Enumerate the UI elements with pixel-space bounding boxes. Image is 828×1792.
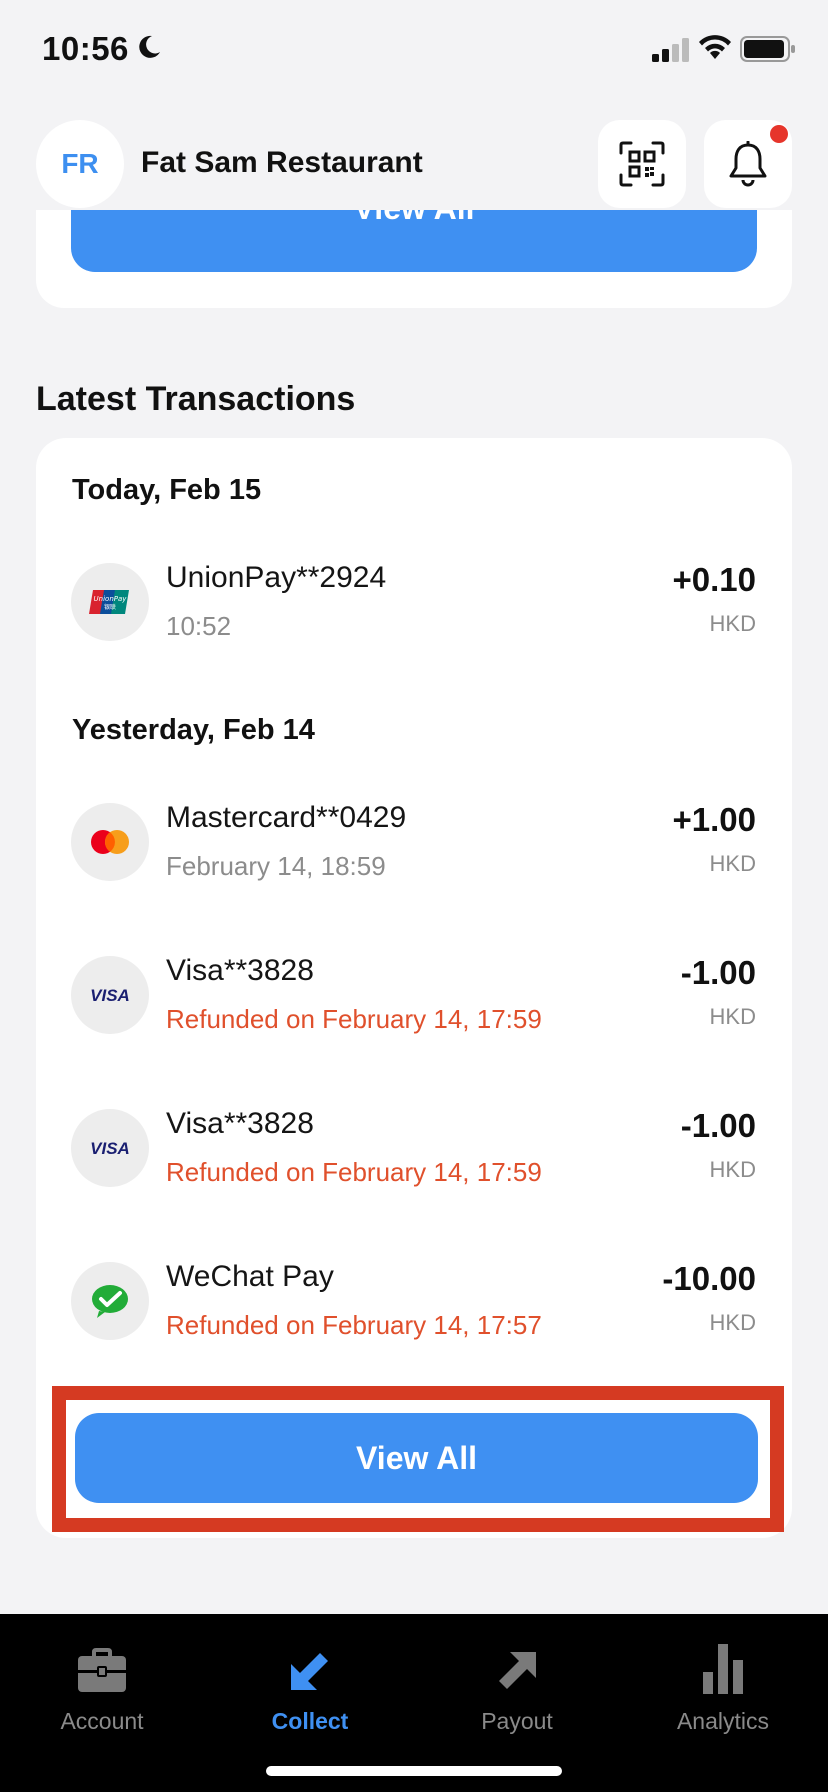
visa-icon: VISA [71,956,149,1034]
bell-icon [729,141,767,187]
transaction-currency: HKD [709,1004,756,1029]
group-label-today: Today, Feb 15 [72,474,262,506]
transaction-currency: HKD [709,851,756,876]
group-label-yesterday: Yesterday, Feb 14 [72,714,315,746]
home-indicator [266,1766,562,1776]
tab-label: Analytics [676,1708,770,1734]
wifi-icon [699,35,731,59]
view-all-transactions-button[interactable]: View All [75,1413,758,1503]
transaction-row[interactable]: VISA Visa**3828 Refunded on February 14,… [36,954,792,1036]
status-time: 10:56 [42,30,129,67]
transaction-row[interactable]: VISA Visa**3828 Refunded on February 14,… [36,1107,792,1189]
transactions-card: Today, Feb 15 UnionPay 银联 UnionPay**2924… [36,438,792,1538]
transaction-currency: HKD [709,1310,756,1335]
qr-code-icon [619,141,665,187]
transaction-amount: +0.10 [672,561,757,598]
wechat-pay-icon [71,1262,149,1340]
merchant-avatar[interactable]: FR [36,120,124,208]
tab-account[interactable]: Account [22,1638,182,1735]
svg-text:VISA: VISA [90,1139,130,1158]
transaction-name: WeChat Pay [166,1260,334,1293]
arrow-up-right-icon [499,1652,536,1689]
svg-text:银联: 银联 [104,603,116,611]
battery-icon [740,36,795,62]
transaction-currency: HKD [709,611,756,636]
tab-payout[interactable]: Payout [437,1638,597,1735]
tab-analytics[interactable]: Analytics [643,1638,803,1735]
qr-scan-button[interactable] [598,120,686,208]
latest-transactions-title: Latest Transactions [36,380,356,418]
transaction-row[interactable]: Mastercard**0429 February 14, 18:59 +1.0… [36,801,792,883]
transaction-name: Visa**3828 [166,1107,314,1140]
tab-label: Payout [481,1708,553,1734]
unionpay-icon: UnionPay 银联 [71,563,149,641]
summary-card: View All [36,210,792,308]
transaction-refund-detail: Refunded on February 14, 17:59 [166,1004,542,1034]
arrow-down-left-icon [291,1653,328,1690]
moon-icon [139,35,160,58]
tab-collect[interactable]: Collect [230,1638,390,1735]
cellular-signal-icon [652,38,689,62]
transaction-row[interactable]: WeChat Pay Refunded on February 14, 17:5… [36,1260,792,1342]
summary-view-all-button[interactable]: View All [71,210,757,272]
svg-text:VISA: VISA [90,986,130,1005]
transaction-detail: 10:52 [166,611,232,641]
transaction-name: Mastercard**0429 [166,801,407,834]
transaction-refund-detail: Refunded on February 14, 17:57 [166,1310,542,1340]
merchant-name: Fat Sam Restaurant [141,146,423,179]
transaction-amount: +1.00 [672,801,757,838]
app-header: FR Fat Sam Restaurant [0,118,828,210]
tab-label: Collect [271,1708,349,1734]
transaction-amount: -1.00 [680,1107,756,1144]
svg-text:UnionPay: UnionPay [94,595,128,603]
status-bar: 10:56 [0,0,828,100]
transaction-detail: February 14, 18:59 [166,851,386,881]
mastercard-icon [71,803,149,881]
notification-badge [770,125,788,143]
transaction-amount: -1.00 [680,954,756,991]
bar-chart-icon [703,1644,743,1694]
tab-label: Account [60,1708,144,1734]
transaction-row[interactable]: UnionPay 银联 UnionPay**2924 10:52 +0.10 H… [36,561,792,643]
transaction-amount: -10.00 [662,1260,756,1297]
transaction-refund-detail: Refunded on February 14, 17:59 [166,1157,542,1187]
briefcase-icon [78,1648,126,1692]
transaction-name: UnionPay**2924 [166,561,387,594]
transaction-currency: HKD [709,1157,756,1182]
visa-icon: VISA [71,1109,149,1187]
transaction-name: Visa**3828 [166,954,314,987]
